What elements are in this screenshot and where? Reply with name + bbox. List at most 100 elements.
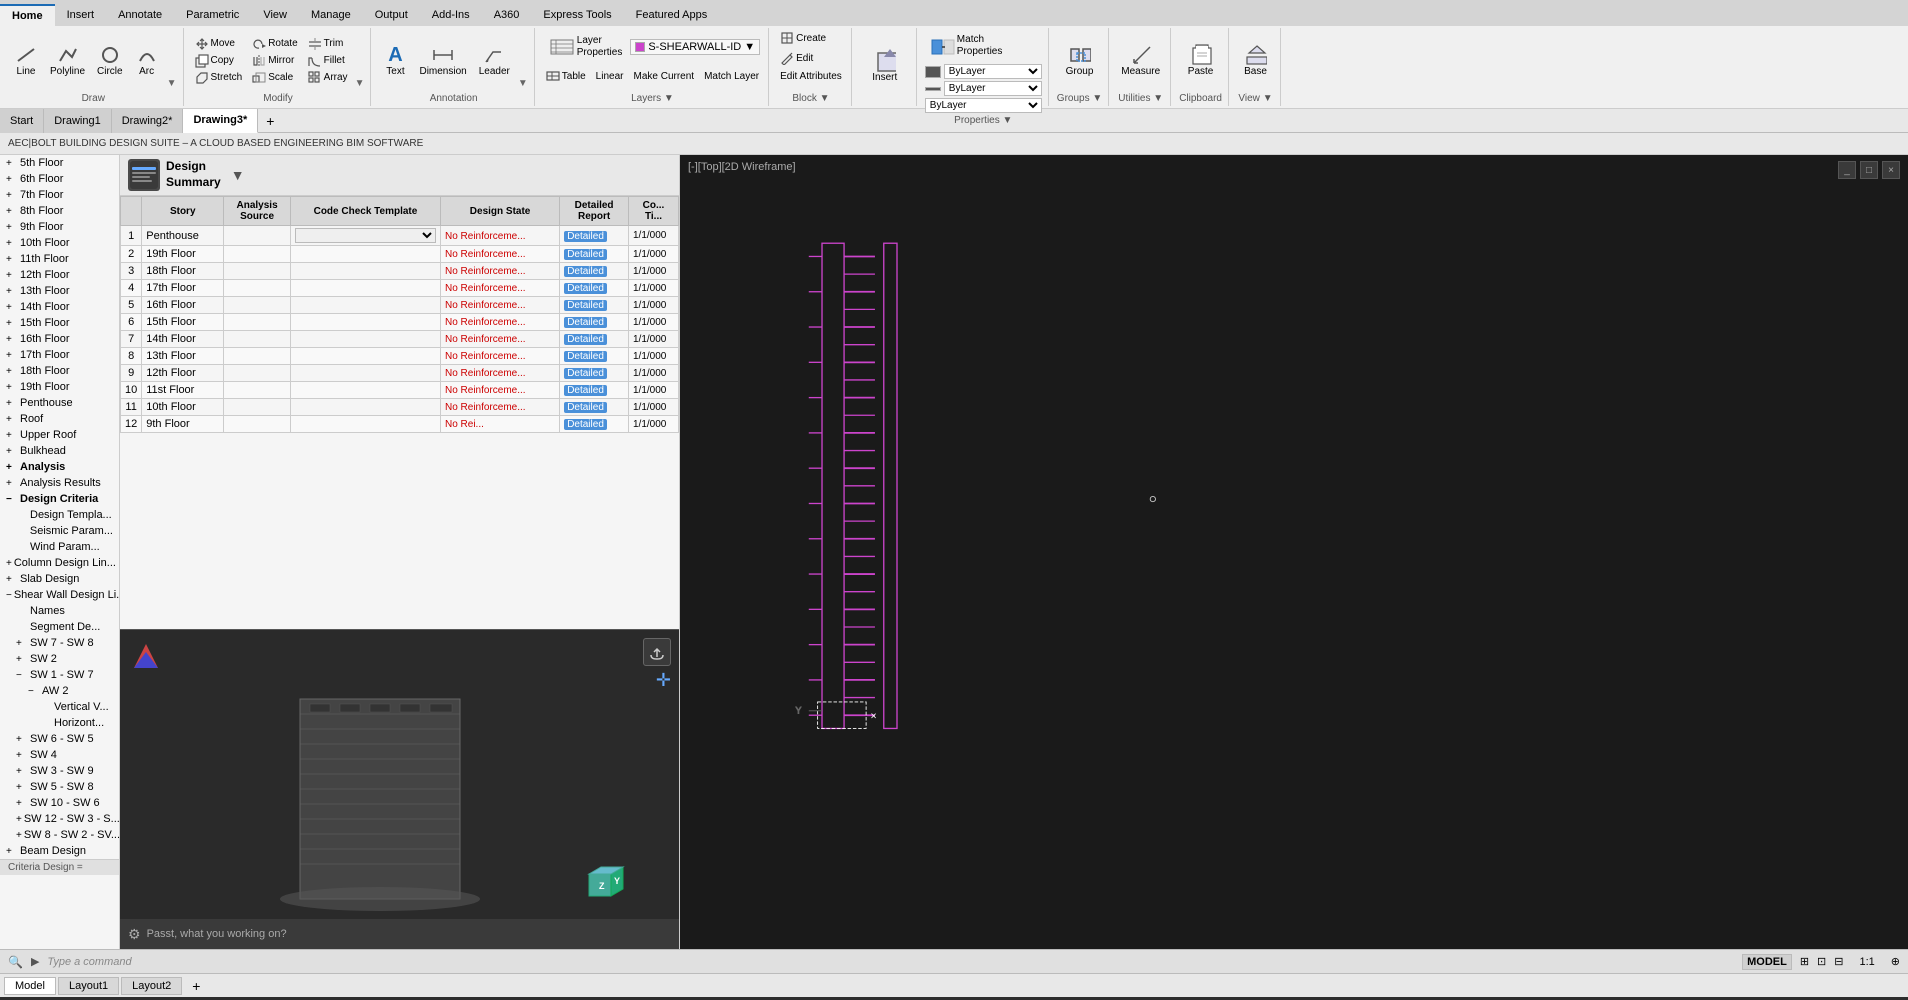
tab-featuredapps[interactable]: Featured Apps [624, 4, 720, 26]
tree-seismic[interactable]: Seismic Param... [0, 523, 119, 539]
tree-sw7sw8[interactable]: +SW 7 - SW 8 [0, 635, 119, 651]
tree-sw8sw2[interactable]: +SW 8 - SW 2 - SV... [0, 827, 119, 843]
tree-design-template[interactable]: Design Templa... [0, 507, 119, 523]
layer-dropdown-arrow[interactable]: ▼ [744, 41, 755, 53]
tree-6th-floor[interactable]: +6th Floor [0, 171, 119, 187]
annotation-dropdown[interactable]: ▼ [518, 78, 528, 91]
bylayer-select2[interactable]: ByLayer [944, 81, 1042, 96]
tab-annotate[interactable]: Annotate [106, 4, 174, 26]
tree-sw4[interactable]: +SW 4 [0, 747, 119, 763]
tree-19th-floor[interactable]: +19th Floor [0, 379, 119, 395]
tree-sw2[interactable]: +SW 2 [0, 651, 119, 667]
trim-button[interactable]: Trim [305, 36, 351, 52]
table-row[interactable]: 1PenthouseNo Reinforceme...Detailed1/1/0… [121, 226, 679, 246]
polyline-button[interactable]: Polyline [46, 42, 89, 79]
stretch-button[interactable]: Stretch [192, 70, 246, 86]
block-dropdown[interactable]: ▼ [820, 93, 830, 104]
rotate-button[interactable]: Rotate [249, 36, 300, 52]
tree-14th-floor[interactable]: +14th Floor [0, 299, 119, 315]
view-dropdown[interactable]: ▼ [1263, 93, 1273, 104]
bylayer-select3[interactable]: ByLayer [925, 98, 1042, 113]
edit-attributes-button[interactable]: Edit Attributes [777, 70, 845, 83]
make-current-button[interactable]: Make Current [630, 70, 697, 83]
tree-8th-floor[interactable]: +8th Floor [0, 203, 119, 219]
tree-design-criteria[interactable]: −Design Criteria [0, 491, 119, 507]
paste-button[interactable]: Paste [1184, 42, 1218, 79]
linear-button[interactable]: Linear [593, 70, 627, 83]
match-layer-button[interactable]: Match Layer [701, 70, 762, 83]
layer-properties-button[interactable]: LayerProperties [543, 30, 627, 64]
doc-tab-drawing3[interactable]: Drawing3* [183, 109, 258, 133]
tree-wind[interactable]: Wind Param... [0, 539, 119, 555]
tree-roof[interactable]: +Roof [0, 411, 119, 427]
tree-18th-floor[interactable]: +18th Floor [0, 363, 119, 379]
measure-button[interactable]: Measure [1117, 42, 1164, 79]
table-row[interactable]: 912th FloorNo Reinforceme...Detailed1/1/… [121, 365, 679, 382]
dimension-button[interactable]: Dimension [415, 42, 470, 79]
table-row[interactable]: 1011st FloorNo Reinforceme...Detailed1/1… [121, 382, 679, 399]
bylayer-select1[interactable]: ByLayer [944, 64, 1042, 79]
bottom-tab-model[interactable]: Model [4, 977, 56, 995]
tab-view[interactable]: View [251, 4, 299, 26]
tree-17th-floor[interactable]: +17th Floor [0, 347, 119, 363]
summary-dropdown-arrow[interactable]: ▼ [231, 167, 245, 183]
data-table-container[interactable]: Story AnalysisSource Code Check Template… [120, 196, 679, 629]
text-button[interactable]: A Text [379, 42, 411, 79]
tree-10th-floor[interactable]: +10th Floor [0, 235, 119, 251]
table-row[interactable]: 129th FloorNo Rei...Detailed1/1/000 [121, 416, 679, 433]
create-block-button[interactable]: Create [777, 30, 829, 46]
tree-bulkhead[interactable]: +Bulkhead [0, 443, 119, 459]
edit-block-button[interactable]: Edit [777, 50, 816, 66]
copy-button[interactable]: Copy [192, 53, 246, 69]
tree-vertical[interactable]: Vertical V... [0, 699, 119, 715]
match-properties-button[interactable]: MatchProperties [925, 30, 1007, 62]
leader-button[interactable]: Leader [475, 42, 514, 79]
template-select[interactable] [295, 228, 436, 243]
tree-16th-floor[interactable]: +16th Floor [0, 331, 119, 347]
bottom-tab-layout2[interactable]: Layout2 [121, 977, 182, 995]
tree-12th-floor[interactable]: +12th Floor [0, 267, 119, 283]
right-cad-panel[interactable]: [-][Top][2D Wireframe] _ □ × [680, 155, 1908, 949]
line-button[interactable]: Line [10, 42, 42, 79]
table-row[interactable]: 318th FloorNo Reinforceme...Detailed1/1/… [121, 263, 679, 280]
base-button[interactable]: Base [1240, 42, 1272, 79]
tree-sw3sw9[interactable]: +SW 3 - SW 9 [0, 763, 119, 779]
group-button[interactable]: Group [1062, 42, 1098, 79]
modify-dropdown[interactable]: ▼ [355, 78, 365, 91]
tree-column-design[interactable]: +Column Design Lin... [0, 555, 119, 571]
doc-tab-start[interactable]: Start [0, 109, 44, 133]
tree-7th-floor[interactable]: +7th Floor [0, 187, 119, 203]
tab-insert[interactable]: Insert [55, 4, 107, 26]
tab-output[interactable]: Output [363, 4, 420, 26]
table-row[interactable]: 417th FloorNo Reinforceme...Detailed1/1/… [121, 280, 679, 297]
doc-tab-drawing1[interactable]: Drawing1 [44, 109, 111, 133]
scale-button[interactable]: Scale [249, 70, 300, 86]
tree-analysis-results[interactable]: +Analysis Results [0, 475, 119, 491]
table-row[interactable]: 516th FloorNo Reinforceme...Detailed1/1/… [121, 297, 679, 314]
table-button[interactable]: Table [543, 68, 589, 84]
layer-selector[interactable]: S-SHEARWALL-ID ▼ [630, 39, 760, 55]
tree-sw12[interactable]: +SW 12 - SW 3 - S... [0, 811, 119, 827]
tab-manage[interactable]: Manage [299, 4, 363, 26]
doc-tab-drawing2[interactable]: Drawing2* [112, 109, 184, 133]
insert-button[interactable]: Insert [860, 48, 910, 85]
upload-button[interactable] [643, 638, 671, 666]
tree-upper-roof[interactable]: +Upper Roof [0, 427, 119, 443]
tree-penthouse[interactable]: +Penthouse [0, 395, 119, 411]
tree-sw6sw5[interactable]: +SW 6 - SW 5 [0, 731, 119, 747]
tree-horizontal[interactable]: Horizont... [0, 715, 119, 731]
fillet-button[interactable]: Fillet [305, 53, 351, 69]
table-row[interactable]: 813th FloorNo Reinforceme...Detailed1/1/… [121, 348, 679, 365]
tree-sw1sw7[interactable]: −SW 1 - SW 7 [0, 667, 119, 683]
tab-parametric[interactable]: Parametric [174, 4, 251, 26]
tree-sw5sw8[interactable]: +SW 5 - SW 8 [0, 779, 119, 795]
array-button[interactable]: Array [305, 70, 351, 86]
table-row[interactable]: 219th FloorNo Reinforceme...Detailed1/1/… [121, 246, 679, 263]
draw-dropdown[interactable]: ▼ [167, 78, 177, 91]
tree-aw2[interactable]: −AW 2 [0, 683, 119, 699]
layers-group-dropdown[interactable]: ▼ [664, 93, 674, 104]
tab-addins[interactable]: Add-Ins [420, 4, 482, 26]
tab-expresstools[interactable]: Express Tools [531, 4, 623, 26]
tree-5th-floor[interactable]: +5th Floor [0, 155, 119, 171]
tree-beam-design[interactable]: +Beam Design [0, 843, 119, 859]
